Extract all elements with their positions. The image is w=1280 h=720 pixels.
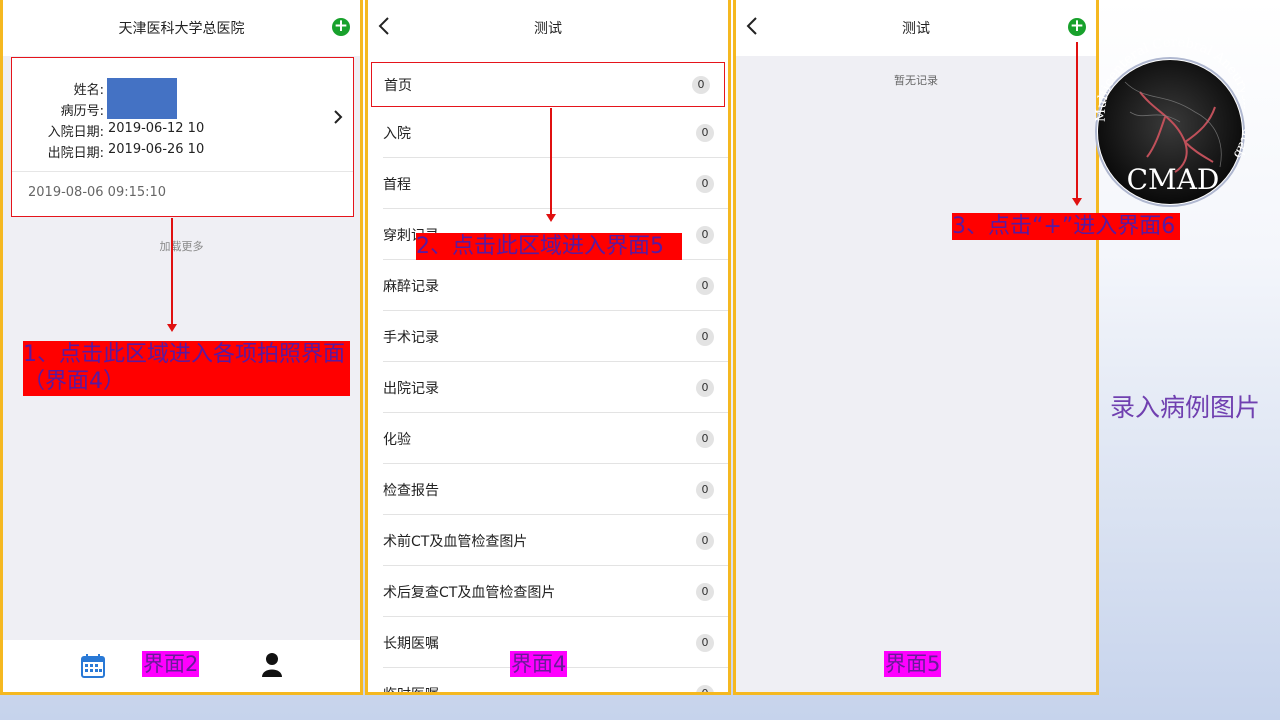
list-item-label: 临时医嘱 bbox=[383, 686, 439, 695]
annotation-1: 1、点击此区域进入各项拍照界面（界面4） bbox=[23, 341, 350, 396]
arrow-3 bbox=[1072, 42, 1082, 206]
category-list: 首页 0 入院 0 首程 0 穿刺记录 0 麻醉记录 0 手术记录 0 出院记录 0 化验 0 … bbox=[368, 56, 728, 695]
patient-card[interactable]: 姓名: 病历号: 入院日期: 2019-06-12 10 出院日期: 2019-… bbox=[11, 57, 354, 217]
count-badge: 0 bbox=[696, 684, 714, 692]
list-item-label: 手术记录 bbox=[383, 329, 439, 346]
back-arrow-icon[interactable] bbox=[378, 16, 398, 40]
redacted-name-box bbox=[107, 78, 177, 119]
empty-state-text: 暂无记录 bbox=[894, 74, 938, 87]
chevron-right-icon[interactable] bbox=[333, 108, 343, 129]
logo-main-text: CMAD bbox=[1127, 163, 1220, 196]
list-item[interactable]: 化验 0 bbox=[368, 413, 728, 464]
load-more-link[interactable]: 加载更多 bbox=[3, 238, 360, 254]
discharge-value: 2019-06-26 10 bbox=[108, 142, 205, 157]
annotation-2: 2、点击此区域进入界面5 bbox=[416, 233, 682, 260]
count-badge: 0 bbox=[696, 429, 714, 448]
list-item-label: 长期医嘱 bbox=[383, 635, 439, 652]
screen-label-4: 界面4 bbox=[510, 651, 568, 677]
page-title: 测试 bbox=[534, 21, 562, 37]
list-item[interactable]: 入院 0 bbox=[368, 107, 728, 158]
list-item[interactable]: 首页 0 bbox=[371, 62, 725, 107]
count-badge: 0 bbox=[696, 531, 714, 550]
count-badge: 0 bbox=[696, 174, 714, 193]
list-item-label: 入院 bbox=[383, 125, 411, 142]
count-badge: 0 bbox=[696, 276, 714, 295]
page-title: 测试 bbox=[902, 21, 930, 37]
list-item[interactable]: 术后复查CT及血管检查图片 0 bbox=[368, 566, 728, 617]
list-item[interactable]: 出院记录 0 bbox=[368, 362, 728, 413]
list-item-label: 化验 bbox=[383, 431, 411, 448]
count-badge: 0 bbox=[696, 480, 714, 499]
navbar: 测试 bbox=[368, 0, 728, 56]
count-badge: 0 bbox=[696, 123, 714, 142]
list-item[interactable]: 术前CT及血管检查图片 0 bbox=[368, 515, 728, 566]
list-item-label: 麻醉记录 bbox=[383, 278, 439, 295]
page-title: 天津医科大学总医院 bbox=[118, 21, 245, 37]
arrow-1 bbox=[167, 218, 177, 332]
calendar-icon[interactable] bbox=[81, 654, 105, 678]
navbar: 天津医科大学总医院 + bbox=[3, 0, 360, 56]
plus-circle-icon[interactable]: + bbox=[332, 18, 350, 36]
count-badge: 0 bbox=[696, 378, 714, 397]
list-item-label: 出院记录 bbox=[383, 380, 439, 397]
count-badge: 0 bbox=[696, 582, 714, 601]
back-arrow-icon[interactable] bbox=[746, 16, 766, 40]
user-icon[interactable] bbox=[261, 652, 285, 678]
admit-label: 入院日期: bbox=[47, 125, 104, 140]
cmad-logo: Multicenteral Cerebral Aneurysm Database… bbox=[1081, 11, 1256, 217]
admit-value: 2019-06-12 10 bbox=[108, 121, 205, 136]
count-badge: 0 bbox=[696, 225, 714, 244]
list-item-label: 首程 bbox=[383, 176, 411, 193]
list-item-label: 检查报告 bbox=[383, 482, 439, 499]
screen-4: 测试 首页 0 入院 0 首程 0 穿刺记录 0 麻醉记录 0 手术记录 0 出院记录 0 化… bbox=[365, 0, 731, 695]
name-label: 姓名: bbox=[73, 83, 104, 98]
arrow-2 bbox=[546, 108, 556, 222]
navbar: 测试 + bbox=[736, 0, 1096, 56]
annotation-3: 3、点击“+”进入界面6 bbox=[952, 213, 1180, 240]
list-item[interactable]: 手术记录 0 bbox=[368, 311, 728, 362]
list-item[interactable]: 首程 0 bbox=[368, 158, 728, 209]
screen-5: 测试 + 暂无记录 bbox=[733, 0, 1099, 695]
side-caption: 录入病例图片 bbox=[1110, 393, 1261, 422]
record-label: 病历号: bbox=[60, 104, 104, 119]
card-timestamp: 2019-08-06 09:15:10 bbox=[28, 185, 167, 200]
count-badge: 0 bbox=[696, 633, 714, 652]
list-item-label: 术前CT及血管检查图片 bbox=[383, 533, 528, 550]
list-item[interactable]: 检查报告 0 bbox=[368, 464, 728, 515]
screen-label-5: 界面5 bbox=[884, 651, 942, 677]
plus-circle-icon[interactable]: + bbox=[1068, 18, 1086, 36]
divider bbox=[12, 171, 353, 172]
screen-label-2: 界面2 bbox=[142, 651, 200, 677]
discharge-label: 出院日期: bbox=[47, 146, 104, 161]
list-item-label: 首页 bbox=[384, 77, 412, 94]
list-item[interactable]: 麻醉记录 0 bbox=[368, 260, 728, 311]
list-item-label: 术后复查CT及血管检查图片 bbox=[383, 584, 556, 601]
count-badge: 0 bbox=[692, 75, 710, 94]
count-badge: 0 bbox=[696, 327, 714, 346]
